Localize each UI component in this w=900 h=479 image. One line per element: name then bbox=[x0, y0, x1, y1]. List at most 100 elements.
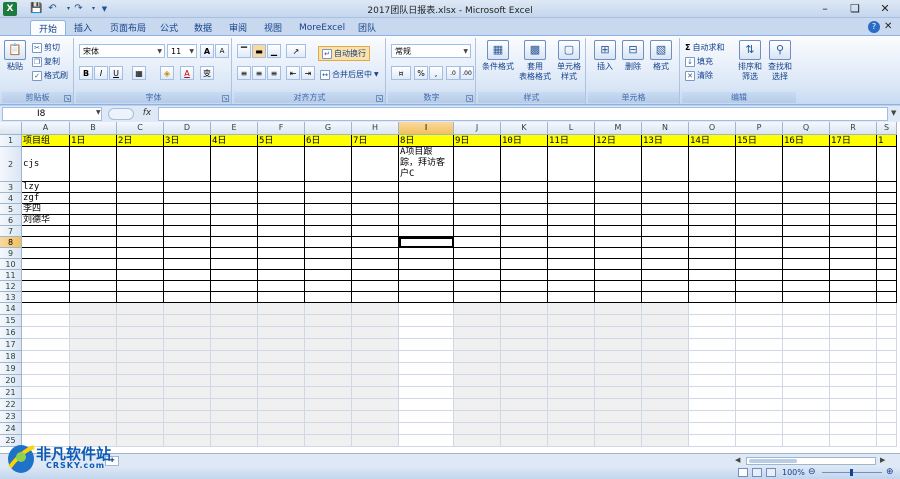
cell-m7[interactable] bbox=[595, 226, 642, 237]
cell-s1[interactable]: 1 bbox=[877, 135, 897, 147]
column-header-n[interactable]: N bbox=[642, 122, 689, 135]
cell-r25[interactable] bbox=[830, 435, 877, 447]
selected-cell[interactable] bbox=[399, 237, 454, 248]
cell-d8[interactable] bbox=[164, 237, 211, 248]
cell-m11[interactable] bbox=[595, 270, 642, 281]
cell-k25[interactable] bbox=[501, 435, 548, 447]
cell-h22[interactable] bbox=[352, 399, 399, 411]
cell-r9[interactable] bbox=[830, 248, 877, 259]
cell-s20[interactable] bbox=[877, 375, 897, 387]
delete-cells-button[interactable]: ⊟ 删除 bbox=[620, 40, 646, 72]
cell-j12[interactable] bbox=[454, 281, 501, 292]
cell-i12[interactable] bbox=[399, 281, 454, 292]
cell-o23[interactable] bbox=[689, 411, 736, 423]
cell-q2[interactable] bbox=[783, 147, 830, 182]
zoom-slider-thumb[interactable] bbox=[850, 469, 853, 476]
cell-i9[interactable] bbox=[399, 248, 454, 259]
cell-h11[interactable] bbox=[352, 270, 399, 281]
cell-a17[interactable] bbox=[22, 339, 70, 351]
cell-b22[interactable] bbox=[70, 399, 117, 411]
row-header-11[interactable]: 11 bbox=[0, 270, 22, 281]
cell-r5[interactable] bbox=[830, 204, 877, 215]
cell-l20[interactable] bbox=[548, 375, 595, 387]
cell-q24[interactable] bbox=[783, 423, 830, 435]
cell-p10[interactable] bbox=[736, 259, 783, 270]
cell-f3[interactable] bbox=[258, 182, 305, 193]
cell-j9[interactable] bbox=[454, 248, 501, 259]
cell-r8[interactable] bbox=[830, 237, 877, 248]
cell-f6[interactable] bbox=[258, 215, 305, 226]
cell-a18[interactable] bbox=[22, 351, 70, 363]
cell-h5[interactable] bbox=[352, 204, 399, 215]
cell-b12[interactable] bbox=[70, 281, 117, 292]
cell-o8[interactable] bbox=[689, 237, 736, 248]
cell-d23[interactable] bbox=[164, 411, 211, 423]
row-header-3[interactable]: 3 bbox=[0, 182, 22, 193]
cell-a21[interactable] bbox=[22, 387, 70, 399]
cell-h14[interactable] bbox=[352, 303, 399, 315]
decrease-decimal-icon[interactable]: .00 bbox=[460, 66, 474, 80]
cell-i24[interactable] bbox=[399, 423, 454, 435]
cell-i14[interactable] bbox=[399, 303, 454, 315]
cell-e4[interactable] bbox=[211, 193, 258, 204]
cell-a6[interactable]: 刘德华 bbox=[22, 215, 70, 226]
column-header-g[interactable]: G bbox=[305, 122, 352, 135]
cell-q6[interactable] bbox=[783, 215, 830, 226]
cell-s24[interactable] bbox=[877, 423, 897, 435]
cell-c7[interactable] bbox=[117, 226, 164, 237]
column-header-a[interactable]: A bbox=[22, 122, 70, 135]
cell-s2[interactable] bbox=[877, 147, 897, 182]
cell-f22[interactable] bbox=[258, 399, 305, 411]
tab-team[interactable]: 团队 bbox=[350, 20, 384, 35]
row-header-24[interactable]: 24 bbox=[0, 423, 22, 435]
cell-l2[interactable] bbox=[548, 147, 595, 182]
cell-b6[interactable] bbox=[70, 215, 117, 226]
cell-p17[interactable] bbox=[736, 339, 783, 351]
cell-p14[interactable] bbox=[736, 303, 783, 315]
cell-h6[interactable] bbox=[352, 215, 399, 226]
cell-c22[interactable] bbox=[117, 399, 164, 411]
cell-h9[interactable] bbox=[352, 248, 399, 259]
cell-e11[interactable] bbox=[211, 270, 258, 281]
cell-n13[interactable] bbox=[642, 292, 689, 303]
cell-m9[interactable] bbox=[595, 248, 642, 259]
cell-k7[interactable] bbox=[501, 226, 548, 237]
column-header-k[interactable]: K bbox=[501, 122, 548, 135]
page-break-view-icon[interactable] bbox=[766, 468, 776, 477]
clipboard-launcher-icon[interactable]: ↘ bbox=[64, 95, 71, 102]
cell-d1[interactable]: 3日 bbox=[164, 135, 211, 147]
row-header-12[interactable]: 12 bbox=[0, 281, 22, 292]
cell-k19[interactable] bbox=[501, 363, 548, 375]
cell-styles-button[interactable]: ▢ 单元格 样式 bbox=[554, 40, 584, 82]
cell-s15[interactable] bbox=[877, 315, 897, 327]
row-header-15[interactable]: 15 bbox=[0, 315, 22, 327]
cell-o24[interactable] bbox=[689, 423, 736, 435]
cell-m22[interactable] bbox=[595, 399, 642, 411]
cell-p18[interactable] bbox=[736, 351, 783, 363]
cell-i22[interactable] bbox=[399, 399, 454, 411]
cell-i23[interactable] bbox=[399, 411, 454, 423]
cell-d25[interactable] bbox=[164, 435, 211, 447]
cell-h8[interactable] bbox=[352, 237, 399, 248]
cell-k16[interactable] bbox=[501, 327, 548, 339]
cell-p2[interactable] bbox=[736, 147, 783, 182]
cell-s18[interactable] bbox=[877, 351, 897, 363]
cell-j25[interactable] bbox=[454, 435, 501, 447]
cell-e23[interactable] bbox=[211, 411, 258, 423]
tab-view[interactable]: 视图 bbox=[256, 20, 290, 35]
cell-f23[interactable] bbox=[258, 411, 305, 423]
column-header-f[interactable]: F bbox=[258, 122, 305, 135]
cell-p16[interactable] bbox=[736, 327, 783, 339]
font-color-button[interactable]: A bbox=[180, 66, 194, 80]
fill-color-button[interactable]: ◈ bbox=[160, 66, 174, 80]
cell-n7[interactable] bbox=[642, 226, 689, 237]
cell-e18[interactable] bbox=[211, 351, 258, 363]
cell-m20[interactable] bbox=[595, 375, 642, 387]
cell-k9[interactable] bbox=[501, 248, 548, 259]
cell-c25[interactable] bbox=[117, 435, 164, 447]
cell-c11[interactable] bbox=[117, 270, 164, 281]
cell-a22[interactable] bbox=[22, 399, 70, 411]
cell-d14[interactable] bbox=[164, 303, 211, 315]
cell-e6[interactable] bbox=[211, 215, 258, 226]
cell-d22[interactable] bbox=[164, 399, 211, 411]
